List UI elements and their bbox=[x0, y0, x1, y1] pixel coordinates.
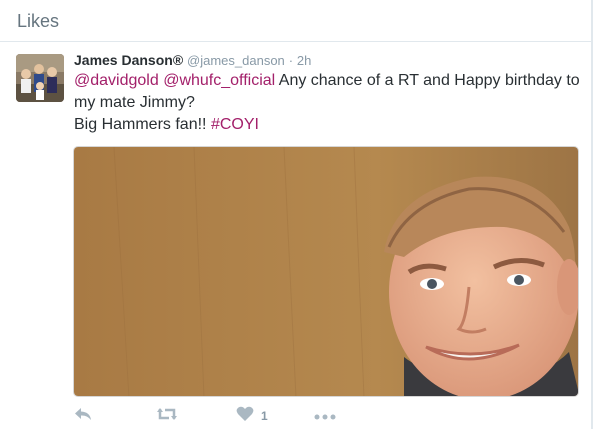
heart-icon bbox=[236, 406, 254, 427]
tweet-header: James Danson® @james_danson · 2h bbox=[74, 52, 311, 68]
timestamp[interactable]: 2h bbox=[297, 53, 311, 68]
avatar[interactable] bbox=[16, 54, 64, 102]
tweet-text: @davidgold @whufc_official Any chance of… bbox=[74, 70, 584, 136]
reply-button[interactable] bbox=[74, 406, 92, 426]
more-button[interactable] bbox=[314, 406, 336, 426]
mention-davidgold[interactable]: @davidgold bbox=[74, 72, 159, 89]
like-count: 1 bbox=[261, 409, 268, 423]
fullname[interactable]: James Danson® bbox=[74, 52, 183, 68]
mention-whufc[interactable]: @whufc_official bbox=[163, 72, 275, 89]
hashtag-coyi[interactable]: #COYI bbox=[211, 116, 259, 133]
more-icon bbox=[314, 407, 336, 425]
tweet[interactable]: James Danson® @james_danson · 2h @davidg… bbox=[0, 42, 593, 428]
username[interactable]: @james_danson bbox=[187, 53, 285, 68]
retweet-icon bbox=[156, 406, 178, 427]
separator: · bbox=[288, 53, 294, 68]
tweet-actions: 1 bbox=[74, 406, 374, 426]
tweet-text-line2: Big Hammers fan!! bbox=[74, 116, 211, 133]
tweet-media-photo[interactable] bbox=[73, 146, 579, 397]
retweet-button[interactable] bbox=[156, 406, 178, 426]
like-button[interactable]: 1 bbox=[236, 406, 268, 426]
reply-icon bbox=[74, 406, 92, 427]
page-header: Likes bbox=[0, 0, 593, 42]
page-title: Likes bbox=[17, 11, 60, 31]
